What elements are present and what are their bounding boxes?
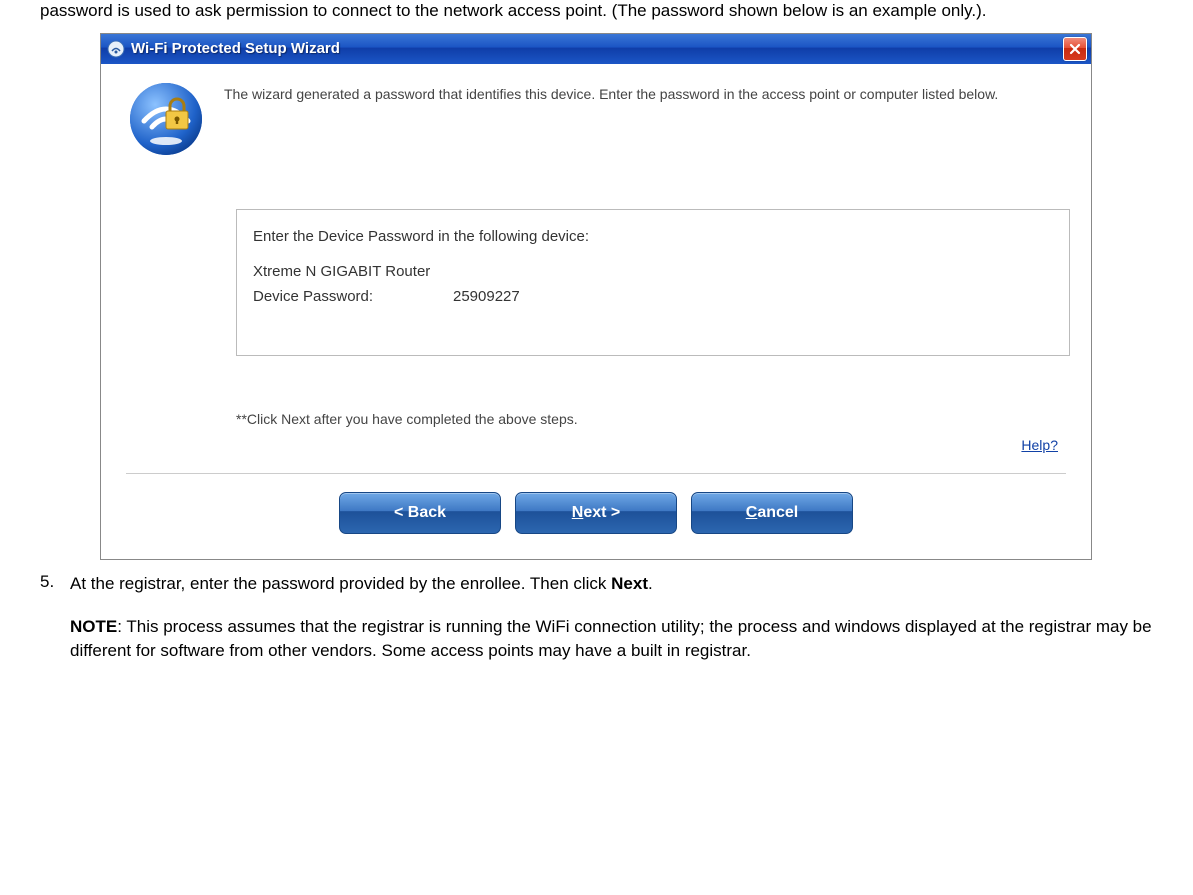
step-text-suffix: . <box>648 574 653 593</box>
wizard-instruction-text: The wizard generated a password that ide… <box>224 79 998 104</box>
back-button-label: < Back <box>394 504 446 522</box>
step-number: 5. <box>40 572 70 592</box>
wizard-window: Wi-Fi Protected Setup Wizard <box>100 33 1092 560</box>
step-text-prefix: At the registrar, enter the password pro… <box>70 574 611 593</box>
step-text-bold: Next <box>611 574 648 593</box>
back-button[interactable]: < Back <box>339 492 501 534</box>
button-row: < Back Next > Cancel <box>126 474 1066 544</box>
device-name: Xtreme N GIGABIT Router <box>253 263 1053 280</box>
help-link[interactable]: Help? <box>1021 437 1058 453</box>
app-icon <box>107 40 125 58</box>
device-prompt: Enter the Device Password in the followi… <box>253 228 1053 245</box>
password-value: 25909227 <box>453 288 520 305</box>
note-text: NOTE: This process assumes that the regi… <box>70 615 1163 664</box>
note-body: : This process assumes that the registra… <box>70 617 1152 661</box>
note-label: NOTE <box>70 617 117 636</box>
intro-paragraph: password is used to ask permission to co… <box>40 0 1163 23</box>
cancel-button[interactable]: Cancel <box>691 492 853 534</box>
wifi-lock-icon <box>126 79 206 159</box>
note-block: NOTE: This process assumes that the regi… <box>40 615 1163 664</box>
next-button-label: Next > <box>572 504 620 522</box>
window-title: Wi-Fi Protected Setup Wizard <box>131 40 1063 57</box>
password-label: Device Password: <box>253 288 453 305</box>
close-button[interactable] <box>1063 37 1087 61</box>
step-5: 5. At the registrar, enter the password … <box>40 572 1163 597</box>
next-button[interactable]: Next > <box>515 492 677 534</box>
cancel-button-label: Cancel <box>746 504 798 522</box>
wizard-footnote: **Click Next after you have completed th… <box>236 411 1066 427</box>
step-text: At the registrar, enter the password pro… <box>70 572 653 597</box>
titlebar[interactable]: Wi-Fi Protected Setup Wizard <box>101 34 1091 64</box>
device-info-box: Enter the Device Password in the followi… <box>236 209 1070 356</box>
